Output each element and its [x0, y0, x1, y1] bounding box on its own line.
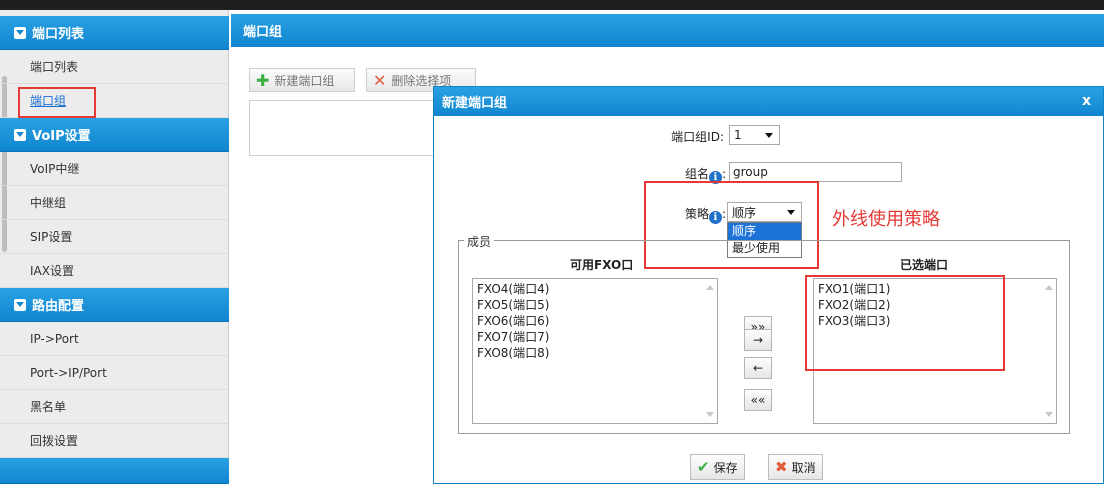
- sidebar-item-label: 中继组: [30, 196, 67, 210]
- sidebar-item-label: IP->Port: [30, 331, 79, 346]
- add-button[interactable]: →: [744, 329, 772, 351]
- scrollbar[interactable]: [1042, 279, 1056, 423]
- cancel-button[interactable]: ✖ 取消: [768, 454, 823, 480]
- dialog-title: 新建端口组: [442, 96, 508, 111]
- list-item[interactable]: FXO8(端口8): [477, 345, 713, 361]
- save-label: 保存: [713, 460, 738, 475]
- available-ports-list[interactable]: FXO4(端口4) FXO5(端口5) FXO6(端口6) FXO7(端口7) …: [472, 278, 718, 424]
- dialog-title-bar: 新建端口组 x: [434, 87, 1103, 116]
- list-item[interactable]: FXO6(端口6): [477, 313, 713, 329]
- scrollbar[interactable]: [703, 279, 717, 423]
- sidebar-item-label: 黑名单: [30, 400, 67, 414]
- group-name-input[interactable]: group: [729, 162, 902, 182]
- available-title: 可用FXO口: [570, 258, 634, 272]
- sidebar-section-port-list[interactable]: 端口列表: [0, 16, 229, 50]
- group-id-value: 1: [734, 128, 742, 142]
- sidebar-section-label: 路由配置: [32, 299, 85, 314]
- sidebar-item-port-list[interactable]: 端口列表: [0, 50, 229, 84]
- members-legend: 成员: [464, 233, 495, 250]
- plus-icon: ✚: [256, 70, 270, 90]
- sidebar-item-voip-trunk[interactable]: VoIP中继: [0, 152, 229, 186]
- sidebar-item-ip-port[interactable]: IP->Port: [0, 322, 229, 356]
- sidebar-item-blacklist[interactable]: 黑名单: [0, 390, 229, 424]
- sidebar-section-partial[interactable]: [0, 458, 229, 484]
- sidebar-item-callback[interactable]: 回拨设置: [0, 424, 229, 458]
- list-item[interactable]: FXO5(端口5): [477, 297, 713, 313]
- scroll-up-icon[interactable]: [1045, 285, 1053, 290]
- sidebar-item-port-ip[interactable]: Port->IP/Port: [0, 356, 229, 390]
- group-name-colon: :: [721, 167, 726, 181]
- sidebar-item-label: IAX设置: [30, 264, 74, 278]
- scroll-up-icon[interactable]: [706, 285, 714, 290]
- sidebar-item-label: 回拨设置: [30, 434, 79, 448]
- sidebar-item-label: VoIP中继: [30, 162, 80, 176]
- sidebar-item-iax[interactable]: IAX设置: [0, 254, 229, 288]
- sidebar-item-sip[interactable]: SIP设置: [0, 220, 229, 254]
- annotation-text: 外线使用策略: [832, 209, 940, 230]
- collapse-icon: [14, 298, 26, 311]
- delete-icon: ✕: [373, 70, 387, 90]
- remove-all-button[interactable]: ««: [744, 389, 772, 411]
- page-title-bar: 端口组: [231, 14, 1104, 47]
- sidebar-item-label: SIP设置: [30, 230, 73, 244]
- collapse-icon: [14, 128, 26, 141]
- scroll-down-icon[interactable]: [706, 412, 714, 417]
- highlight-box: [18, 87, 96, 118]
- save-button[interactable]: ✔ 保存: [690, 454, 745, 480]
- cancel-label: 取消: [791, 460, 816, 475]
- highlight-box: [805, 275, 1005, 371]
- scroll-down-icon[interactable]: [1045, 412, 1053, 417]
- group-name-label: 组名: [684, 167, 709, 181]
- sidebar-section-voip[interactable]: VoIP设置: [0, 118, 229, 152]
- sidebar: 端口列表 端口列表 端口组 VoIP设置 VoIP中继 中继组 SIP设置 IA…: [0, 10, 229, 484]
- collapse-icon: [14, 26, 26, 39]
- sidebar-section-routing[interactable]: 路由配置: [0, 288, 229, 322]
- chevron-down-icon: [765, 133, 773, 138]
- sidebar-item-label: Port->IP/Port: [30, 365, 107, 380]
- sidebar-item-trunk-group[interactable]: 中继组: [0, 186, 229, 220]
- top-bar: [0, 0, 1104, 10]
- list-item[interactable]: FXO4(端口4): [477, 281, 713, 297]
- check-icon: ✔: [697, 458, 710, 476]
- close-icon: ✖: [775, 458, 788, 476]
- remove-button[interactable]: ←: [744, 357, 772, 379]
- page-title: 端口组: [243, 25, 283, 40]
- new-port-group-button[interactable]: ✚ 新建端口组: [249, 68, 355, 92]
- sidebar-section-label: 端口列表: [32, 27, 85, 42]
- new-port-group-label: 新建端口组: [274, 73, 335, 88]
- sidebar-item-label: 端口列表: [30, 60, 79, 74]
- selected-title: 已选端口: [900, 258, 949, 272]
- list-item[interactable]: FXO7(端口7): [477, 329, 713, 345]
- close-icon[interactable]: x: [1082, 93, 1091, 109]
- sidebar-section-label: VoIP设置: [32, 129, 91, 144]
- group-id-select[interactable]: 1: [729, 125, 780, 145]
- group-id-label: 端口组ID:: [671, 130, 724, 144]
